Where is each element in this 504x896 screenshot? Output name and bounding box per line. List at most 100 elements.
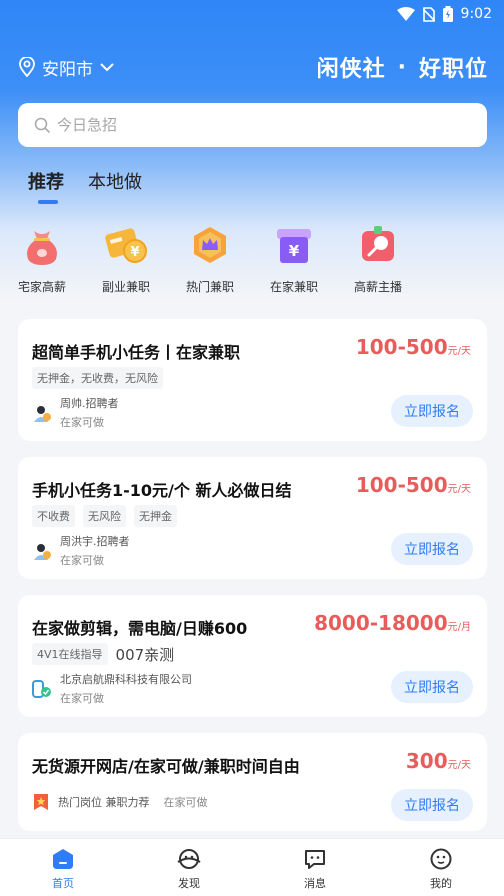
search-bar[interactable] <box>18 103 487 147</box>
location-pin-icon <box>19 57 35 77</box>
job-location: 在家可做 <box>60 692 104 705</box>
salary-value: 8000-18000 <box>314 611 448 635</box>
microphone-icon <box>355 222 401 268</box>
discover-icon <box>177 849 201 869</box>
salary-unit: 元/天 <box>447 484 471 495</box>
job-tags: 4V1在线指导 007亲测 <box>32 643 174 665</box>
job-title: 超简单手机小任务丨在家兼职 <box>32 343 241 362</box>
hot-badge-icon <box>34 794 48 810</box>
city-selector[interactable]: 安阳市 <box>18 55 115 80</box>
tab-bar: 推荐 本地做 <box>28 168 142 204</box>
gift-box-icon: ¥ <box>271 222 317 268</box>
brand-right: 好职位 <box>418 57 488 82</box>
job-card[interactable]: 在家做剪辑，需电脑/日赚600 8000-18000元/月 4V1在线指导 00… <box>18 595 487 717</box>
salary-unit: 元/月 <box>447 622 471 633</box>
job-location: 在家可做 <box>163 796 208 809</box>
nav-mine[interactable]: 我的 <box>378 839 504 896</box>
job-location: 在家可做 <box>60 554 104 567</box>
job-card[interactable]: 无货源开网店/在家可做/兼职时间自由 300元/天 热门岗位 兼职力荐 在家可做… <box>18 733 487 831</box>
status-bar: 9:02 <box>0 0 504 28</box>
svg-text:¥: ¥ <box>289 242 300 260</box>
company-logo-icon <box>32 679 51 698</box>
nav-label: 我的 <box>430 877 452 890</box>
svg-text:¥: ¥ <box>130 245 139 260</box>
job-tag: 无押金，无收费，无风险 <box>32 367 163 389</box>
home-icon <box>53 849 73 869</box>
status-time: 9:02 <box>460 6 492 22</box>
brand-title: 闲侠社 · 好职位 <box>317 51 488 83</box>
brand-dot: · <box>397 54 407 80</box>
job-poster: 北京启航鼎科科技有限公司 在家可做 <box>32 671 192 706</box>
job-tags: 不收费 无风险 无押金 <box>32 505 177 527</box>
job-title: 手机小任务1-10元/个 新人必做日结 <box>32 481 292 500</box>
category-label: 热门兼职 <box>185 280 234 294</box>
apply-button[interactable]: 立即报名 <box>391 533 473 565</box>
job-tag: 无押金 <box>134 505 177 527</box>
job-poster: 周帅.招聘者 在家可做 <box>32 395 119 430</box>
poster-name: 周帅.招聘者 <box>60 397 119 410</box>
category-label: 宅家高薪 <box>17 280 66 294</box>
recruiter-avatar-icon <box>34 543 51 560</box>
message-icon <box>305 850 325 869</box>
category-home-high-pay[interactable]: 宅家高薪 <box>0 222 84 302</box>
poster-name: 周洪宇.招聘者 <box>60 535 130 548</box>
poster-name: 北京启航鼎科科技有限公司 <box>60 673 192 686</box>
tab-local[interactable]: 本地做 <box>88 168 142 204</box>
money-bag-icon <box>19 222 65 268</box>
nav-home[interactable]: 首页 <box>0 839 126 896</box>
city-name: 安阳市 <box>42 59 93 80</box>
crown-icon <box>187 222 233 268</box>
nav-discover[interactable]: 发现 <box>126 839 252 896</box>
job-poster: 周洪宇.招聘者 在家可做 <box>32 533 130 568</box>
battery-icon <box>442 6 453 22</box>
category-label: 在家兼职 <box>269 280 318 294</box>
recruiter-avatar-icon <box>34 405 51 422</box>
coin-card-icon: ¥ <box>103 222 149 268</box>
job-tag: 4V1在线指导 <box>32 643 108 665</box>
top-bar: 安阳市 闲侠社 · 好职位 <box>18 50 488 84</box>
job-salary: 100-500元/天 <box>356 335 471 359</box>
hot-label: 热门岗位 兼职力荐 <box>58 796 150 809</box>
job-title: 无货源开网店/在家可做/兼职时间自由 <box>32 757 300 776</box>
salary-unit: 元/天 <box>447 760 471 771</box>
apply-button[interactable]: 立即报名 <box>391 671 473 703</box>
job-tag: 不收费 <box>32 505 75 527</box>
apply-button[interactable]: 立即报名 <box>391 789 473 821</box>
category-label: 高薪主播 <box>353 280 402 294</box>
salary-unit: 元/天 <box>447 346 471 357</box>
job-tag: 无风险 <box>83 505 126 527</box>
brand-left: 闲侠社 <box>316 57 386 82</box>
tab-recommend[interactable]: 推荐 <box>28 168 64 204</box>
job-card[interactable]: 超简单手机小任务丨在家兼职 100-500元/天 无押金，无收费，无风险 周帅.… <box>18 319 487 441</box>
category-hot-part-time[interactable]: 热门兼职 <box>168 222 252 302</box>
job-tags: 无押金，无收费，无风险 <box>32 367 163 389</box>
no-sim-icon <box>422 6 435 22</box>
job-location: 在家可做 <box>60 416 104 429</box>
category-row: 宅家高薪 ¥ 副业兼职 热门兼职 ¥ 在家兼职 高薪主播 <box>0 222 504 302</box>
salary-value: 100-500 <box>355 473 448 497</box>
nav-label: 发现 <box>178 877 200 890</box>
nav-label: 消息 <box>304 877 326 890</box>
profile-icon <box>430 848 452 870</box>
category-side-job[interactable]: ¥ 副业兼职 <box>84 222 168 302</box>
category-work-from-home[interactable]: ¥ 在家兼职 <box>252 222 336 302</box>
job-title: 在家做剪辑，需电脑/日赚600 <box>32 619 248 638</box>
salary-value: 300 <box>405 749 448 773</box>
category-label: 副业兼职 <box>101 280 150 294</box>
job-salary: 8000-18000元/月 <box>314 611 471 635</box>
hot-job-row: 热门岗位 兼职力荐 在家可做 <box>32 793 208 811</box>
salary-value: 100-500 <box>355 335 448 359</box>
chevron-down-icon <box>100 63 114 72</box>
bottom-nav: 首页 发现 消息 我的 <box>0 838 504 896</box>
search-icon <box>34 117 51 133</box>
job-card[interactable]: 手机小任务1-10元/个 新人必做日结 100-500元/天 不收费 无风险 无… <box>18 457 487 579</box>
job-salary: 100-500元/天 <box>356 473 471 497</box>
wifi-icon <box>396 7 415 21</box>
nav-label: 首页 <box>52 877 74 890</box>
category-high-pay-streamer[interactable]: 高薪主播 <box>336 222 420 302</box>
job-extra-tag: 007亲测 <box>115 645 175 664</box>
search-input[interactable] <box>57 116 357 134</box>
apply-button[interactable]: 立即报名 <box>391 395 473 427</box>
nav-messages[interactable]: 消息 <box>252 839 378 896</box>
job-salary: 300元/天 <box>406 749 471 773</box>
